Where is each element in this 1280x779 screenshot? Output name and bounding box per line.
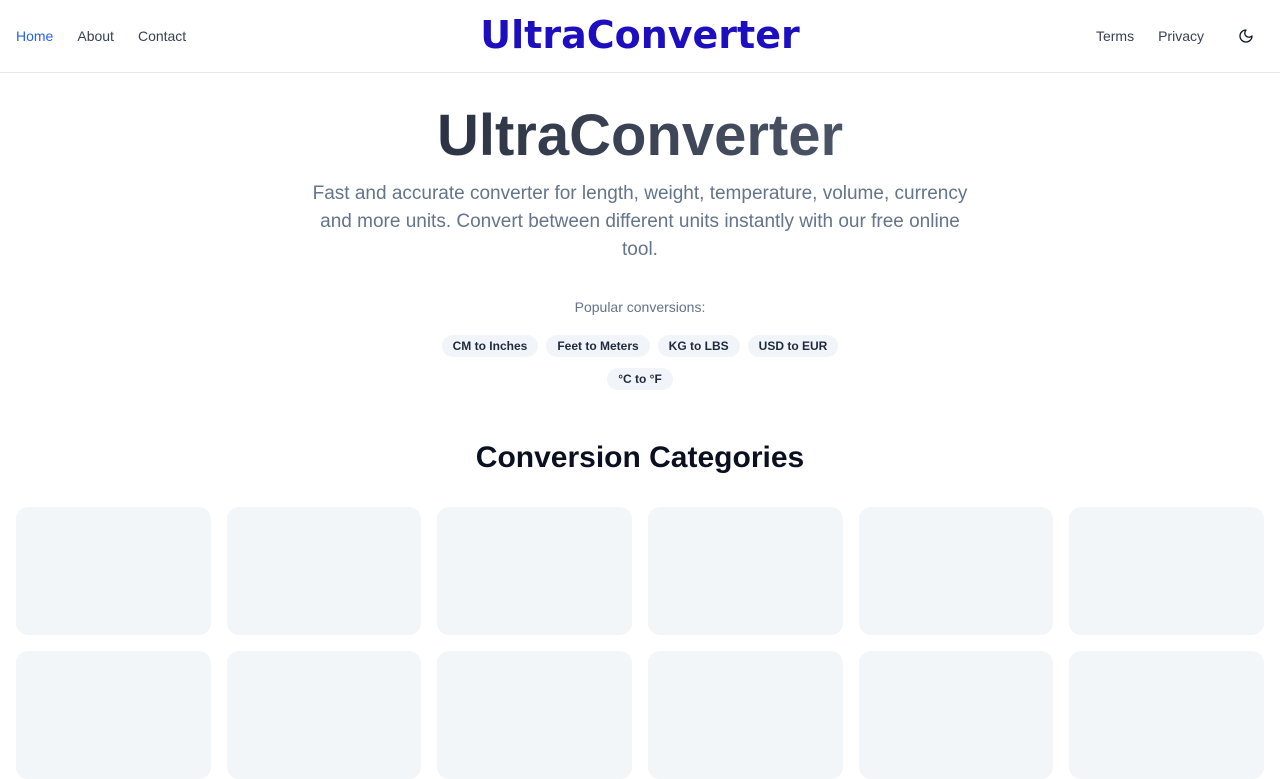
category-card-placeholder[interactable] [16,651,211,779]
hero-title: UltraConverter [436,103,844,168]
chip-cm-to-inches[interactable]: CM to Inches [441,335,539,357]
category-card-placeholder[interactable] [647,507,843,635]
category-card-placeholder[interactable] [437,651,632,779]
category-card-placeholder[interactable] [858,507,1054,635]
category-card-placeholder[interactable] [647,651,843,779]
hero-subtitle: Fast and accurate converter for length, … [312,183,968,260]
site-logo[interactable]: UltraConverter [0,12,1280,58]
category-card-placeholder[interactable] [1069,507,1264,635]
nav-terms-link[interactable]: Terms [1096,26,1134,46]
category-card-placeholder[interactable] [226,507,422,635]
hero-section: UltraConverter Fast and accurate convert… [0,100,1280,264]
categories-title: Conversion Categories [475,441,805,474]
category-card-placeholder[interactable] [16,507,211,635]
moon-icon [1239,29,1253,43]
theme-toggle-button[interactable] [1236,26,1256,46]
popular-conversions-list: CM to Inches Feet to Meters KG to LBS US… [430,335,850,390]
category-card-placeholder[interactable] [437,507,632,635]
category-card-placeholder[interactable] [1069,651,1264,779]
nav-privacy-link[interactable]: Privacy [1158,26,1204,46]
chip-usd-to-eur[interactable]: USD to EUR [747,335,839,357]
popular-conversions-label: Popular conversions: [574,299,706,315]
top-navbar: Home About Contact UltraConverter Terms … [0,0,1280,73]
chip-feet-to-meters[interactable]: Feet to Meters [546,335,650,357]
category-card-placeholder[interactable] [226,651,422,779]
category-card-placeholder[interactable] [858,651,1054,779]
secondary-nav: Terms Privacy [1096,26,1204,46]
chip-celsius-to-fahrenheit[interactable]: °C to °F [607,368,673,390]
category-grid [16,507,1264,779]
chip-kg-to-lbs[interactable]: KG to LBS [657,335,740,357]
